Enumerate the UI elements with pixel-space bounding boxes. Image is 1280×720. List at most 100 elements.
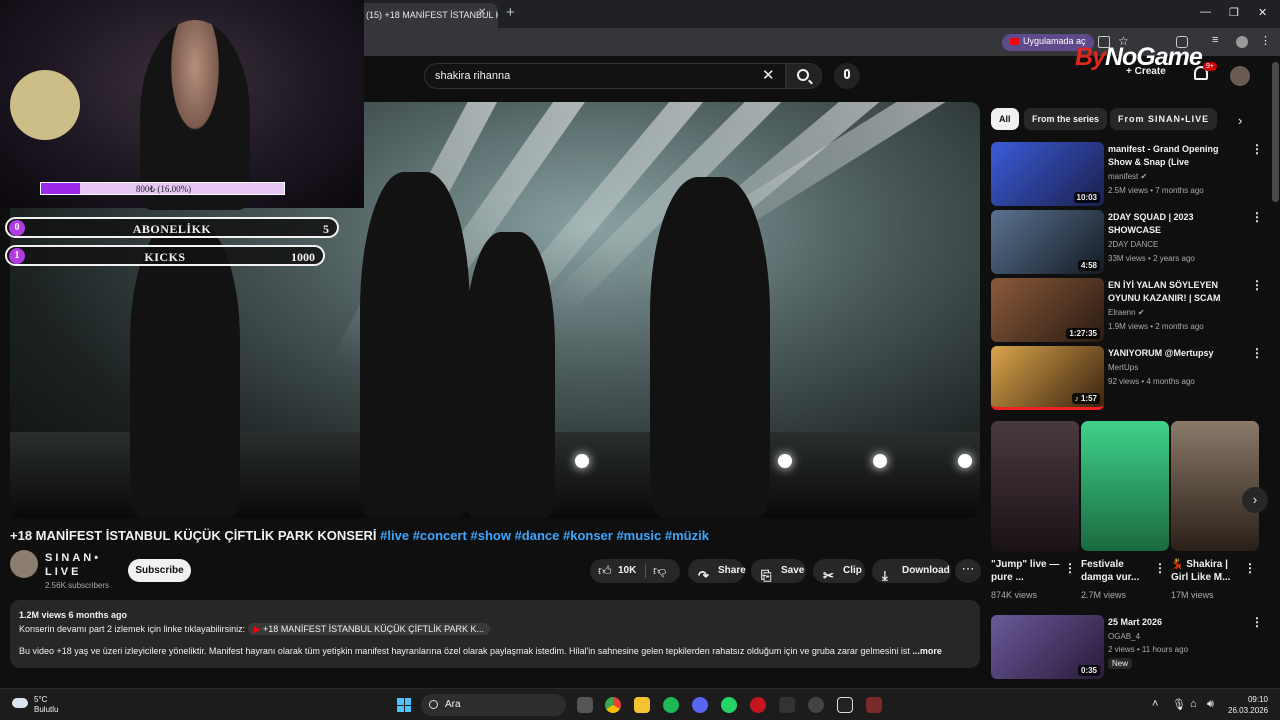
- volume-icon[interactable]: 🔊︎: [1207, 698, 1214, 711]
- voice-search-button[interactable]: [834, 63, 860, 89]
- system-clock[interactable]: 09:10 26.03.2026: [1228, 694, 1268, 716]
- more-options-icon[interactable]: ⋮: [1251, 615, 1263, 629]
- recommendation-item[interactable]: 0:35 25 Mart 2026 OGAB_4 2 views • 11 ho…: [991, 615, 1271, 679]
- recommendation-item[interactable]: 1:27:35 EN İYİ YALAN SÖYLEYEN OYUNU KAZA…: [991, 278, 1271, 342]
- video-thumbnail: ♪ 1:57: [991, 346, 1104, 410]
- description-link[interactable]: ▶ +18 MANİFEST İSTANBUL KÜÇÜK ÇİFTLİK PA…: [247, 623, 491, 635]
- more-actions-button[interactable]: ⋯: [955, 559, 981, 583]
- share-icon: ↷: [698, 568, 709, 583]
- weather-widget[interactable]: 5°C Bulutlu: [12, 695, 58, 715]
- recommendation-meta: 2.5M views • 7 months ago: [1108, 186, 1204, 195]
- chrome-icon[interactable]: [605, 697, 621, 713]
- page-scrollbar[interactable]: [1272, 62, 1279, 202]
- more-options-icon[interactable]: ⋮: [1251, 210, 1263, 224]
- short-title[interactable]: 💃 Shakira | Girl Like M...: [1171, 558, 1243, 584]
- profile-icon[interactable]: [1236, 36, 1248, 48]
- more-options-icon[interactable]: ⋮: [1251, 278, 1263, 292]
- subscriber-count: 2.56K subscribers: [45, 581, 110, 590]
- search-input[interactable]: shakira rihanna: [424, 63, 786, 89]
- channel-name[interactable]: SINAN• LIVE: [45, 551, 115, 579]
- chip-all[interactable]: All: [991, 108, 1019, 130]
- capcut-icon[interactable]: [837, 697, 853, 713]
- download-button[interactable]: ⤓ Download: [872, 559, 951, 583]
- app-icon[interactable]: [750, 697, 766, 713]
- task-view-icon[interactable]: [577, 697, 593, 713]
- clock-time: 09:10: [1247, 695, 1268, 704]
- short-thumbnail[interactable]: [1081, 421, 1169, 551]
- tray-overflow-icon[interactable]: ˄: [1152, 698, 1158, 710]
- new-tab-icon[interactable]: +: [506, 4, 515, 21]
- short-views: 874K views: [991, 590, 1038, 600]
- goal-value: 1000: [291, 250, 315, 264]
- stage-light: [778, 454, 792, 468]
- chip-from-series[interactable]: From the series: [1024, 108, 1108, 130]
- description-box[interactable]: 1.2M views 6 months ago Konserin devamı …: [10, 600, 980, 668]
- window-close-icon[interactable]: ✕: [1258, 6, 1267, 19]
- more-options-icon[interactable]: ⋮: [1064, 561, 1076, 575]
- thumbs-up-icon[interactable]: 👍︎: [598, 563, 612, 579]
- start-button[interactable]: [397, 698, 411, 712]
- recommendation-title: 2DAY SQUAD | 2023 SHOWCASE: [1108, 212, 1194, 235]
- short-title[interactable]: Festivale damga vur...: [1081, 558, 1153, 584]
- browser-tab[interactable]: (15) +18 MANİFEST İSTANBUL K: [356, 3, 498, 28]
- obs-icon[interactable]: [808, 697, 824, 713]
- video-title: +18 MANİFEST İSTANBUL KÜÇÜK ÇİFTLİK PARK…: [10, 528, 709, 543]
- file-explorer-icon[interactable]: [634, 697, 650, 713]
- app-icon[interactable]: [866, 697, 882, 713]
- save-button[interactable]: ⎘ Save: [751, 559, 806, 583]
- short-views: 2.7M views: [1081, 590, 1127, 600]
- share-button[interactable]: ↷ Share: [688, 559, 746, 583]
- notification-badge: 9+: [1203, 62, 1217, 71]
- recommendation-title: manifest - Grand Opening Show & Snap (Li…: [1108, 144, 1219, 167]
- bynogame-watermark: ByNoGame: [1075, 43, 1203, 72]
- recommendation-item[interactable]: ♪ 1:57 YANIYORUM @Mertupsy MertUps 92 vi…: [991, 346, 1271, 410]
- short-title[interactable]: "Jump" live — pure ...: [991, 558, 1063, 584]
- goal-kicks: 1 KICKS 1000: [5, 245, 325, 266]
- more-options-icon[interactable]: ⋮: [1251, 142, 1263, 156]
- clip-button[interactable]: ✂ Clip: [813, 559, 865, 583]
- app-icon[interactable]: [779, 697, 795, 713]
- recommendation-title: EN İYİ YALAN SÖYLEYEN OYUNU KAZANIR! | S…: [1108, 280, 1221, 303]
- video-thumbnail: 1:27:35: [991, 278, 1104, 342]
- like-count[interactable]: 10K: [618, 565, 636, 576]
- dancer-figure: [650, 177, 770, 518]
- shorts-next-button[interactable]: ›: [1242, 487, 1268, 513]
- recommendation-title: 25 Mart 2026: [1108, 617, 1163, 627]
- thumbs-down-icon[interactable]: 👎︎: [653, 563, 666, 579]
- reading-list-icon[interactable]: ≡: [1212, 34, 1224, 46]
- clear-search-icon[interactable]: ✕: [762, 66, 775, 84]
- streamer-webcam: [0, 0, 364, 210]
- network-icon[interactable]: ⌂: [1190, 698, 1197, 710]
- recommendation-item[interactable]: 4:58 2DAY SQUAD | 2023 SHOWCASE 2DAY DAN…: [991, 210, 1271, 274]
- minimize-icon[interactable]: —: [1200, 6, 1211, 18]
- tab-close-icon[interactable]: ✕: [478, 7, 486, 18]
- microphone-icon[interactable]: 🎙︎: [1172, 698, 1186, 711]
- more-options-icon[interactable]: ⋮: [1244, 561, 1256, 575]
- stage-light: [575, 454, 589, 468]
- channel-avatar[interactable]: [10, 550, 38, 578]
- chip-from-channel[interactable]: From SINAN•LIVE: [1110, 108, 1218, 130]
- maximize-icon[interactable]: ❐: [1229, 6, 1239, 19]
- subscribe-button[interactable]: Subscribe: [128, 559, 191, 582]
- search-button[interactable]: [786, 63, 822, 89]
- recommendation-item[interactable]: 10:03 manifest - Grand Opening Show & Sn…: [991, 142, 1271, 206]
- discord-icon[interactable]: [692, 697, 708, 713]
- account-avatar[interactable]: [1230, 66, 1250, 86]
- temperature: 5°C: [34, 695, 48, 704]
- chevron-right-icon[interactable]: ›: [1238, 113, 1242, 128]
- whatsapp-icon[interactable]: [721, 697, 737, 713]
- taskbar-search-label: Ara: [445, 699, 461, 710]
- goal-name: ABONELİKK: [132, 222, 212, 236]
- browser-menu-icon[interactable]: ⋮: [1260, 34, 1272, 47]
- video-hashtags[interactable]: #live #concert #show #dance #konser #mus…: [380, 528, 709, 543]
- description-line: Bu video +18 yaş ve üzeri izleyicilere y…: [19, 644, 971, 658]
- taskbar-search[interactable]: Ara: [421, 694, 566, 716]
- show-more-link[interactable]: ...more: [912, 646, 942, 656]
- search-icon: [429, 700, 438, 709]
- more-options-icon[interactable]: ⋮: [1154, 561, 1166, 575]
- short-thumbnail[interactable]: [1171, 421, 1259, 551]
- spotify-icon[interactable]: [663, 697, 679, 713]
- goal-name: KICKS: [144, 250, 186, 264]
- short-thumbnail[interactable]: [991, 421, 1079, 551]
- more-options-icon[interactable]: ⋮: [1251, 346, 1263, 360]
